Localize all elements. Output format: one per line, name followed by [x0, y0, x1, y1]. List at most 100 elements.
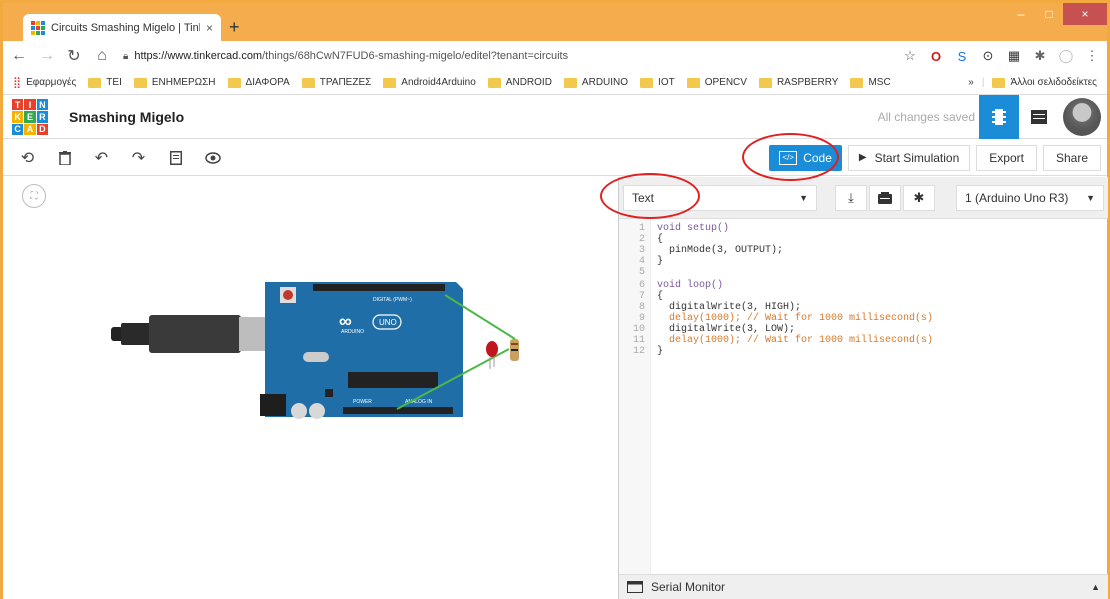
grid-extension-icon[interactable]: ▦ [1007, 48, 1021, 63]
tinkercad-logo[interactable]: T I N K E R C A D [12, 99, 48, 135]
led[interactable] [486, 341, 498, 357]
line-number: 3 [638, 245, 645, 256]
folder-icon [133, 77, 147, 88]
skype-icon[interactable]: S [955, 49, 969, 64]
more-bookmarks-button[interactable]: » [968, 77, 974, 88]
profile-icon[interactable]: ◯ [1059, 48, 1074, 63]
bookmark-folder[interactable]: ΔΙΑΦΟΡΑ [227, 77, 290, 88]
resistor-band [511, 343, 518, 345]
folder-icon [227, 77, 241, 88]
code-text: } [657, 256, 664, 267]
start-simulation-button[interactable]: ▶ Start Simulation [847, 144, 971, 171]
close-tab-icon[interactable]: × [206, 21, 213, 35]
new-tab-button[interactable]: + [229, 17, 240, 38]
expand-caret-icon[interactable]: ▲ [1091, 582, 1100, 592]
bookmark-folder[interactable]: IOT [640, 77, 675, 88]
usb-cable [121, 323, 151, 345]
library-button[interactable] [869, 185, 901, 211]
tab-title: Circuits Smashing Migelo | Tinke [51, 21, 200, 34]
code-mode-select[interactable]: Text ▼ [623, 185, 817, 211]
bookmark-folder[interactable]: RASPBERRY [758, 77, 838, 88]
code-toolbar: Text ▼ ⤓ ✱ 1 (Arduino Uno R3) ▼ [619, 177, 1108, 219]
forward-arrow-icon[interactable]: → [39, 47, 55, 65]
tab-bar: Circuits Smashing Migelo | Tinke × + – □… [3, 3, 1107, 41]
bookmark-folder[interactable]: ΤΡΑΠΕΖΕΣ [301, 77, 371, 88]
undo-icon[interactable]: ↶ [83, 140, 120, 176]
folder-icon [850, 77, 864, 88]
code-editor[interactable]: 1 void setup() 2 { 3 pinMode(3, OUTPUT); 4… [619, 219, 1108, 574]
dropdown-caret-icon: ▼ [1086, 193, 1095, 203]
code-mode-value: Text [632, 191, 655, 205]
avatar[interactable] [1063, 98, 1101, 136]
home-icon[interactable]: ⌂ [95, 47, 109, 65]
bookmark-folder[interactable]: Android4Arduino [383, 77, 476, 88]
maximize-button[interactable]: □ [1035, 3, 1063, 25]
serial-monitor-label: Serial Monitor [651, 580, 726, 594]
code-text: { [657, 291, 664, 302]
rotate-icon[interactable]: ⟲ [9, 140, 46, 176]
download-icon: ⤓ [848, 190, 854, 205]
folder-icon [640, 77, 654, 88]
code-text: void loop() [657, 280, 724, 291]
bookmark-folder[interactable]: OPENCV [686, 77, 747, 88]
board-select[interactable]: 1 (Arduino Uno R3) ▼ [956, 185, 1104, 211]
arduino-brand: ARDUINO [341, 329, 364, 335]
circuit-view-button[interactable] [979, 95, 1019, 139]
debugger-button[interactable]: ✱ [903, 185, 935, 211]
resistor-band [511, 349, 518, 351]
app-header: T I N K E R C A D Smashing Migelo All ch… [3, 95, 1107, 139]
bookmark-apps[interactable]: ⣿ Εφαρμογές [13, 76, 76, 89]
star-icon[interactable]: ☆ [903, 48, 917, 63]
code-button[interactable]: </> Code [769, 144, 842, 171]
bookmark-folder[interactable]: TEI [88, 77, 122, 88]
code-text: { [657, 234, 664, 245]
bookmark-folder[interactable]: ANDROID [487, 77, 552, 88]
board-select-value: 1 (Arduino Uno R3) [965, 191, 1069, 205]
circuit-drawing: DIGITAL (PWM~) POWER ANALOG IN ∞ ARDUINO… [111, 282, 519, 419]
library-icon [878, 192, 892, 204]
close-window-button[interactable]: × [1063, 3, 1107, 25]
serial-monitor-bar[interactable]: Serial Monitor ▲ [619, 574, 1108, 599]
tinkercad-favicon-icon [31, 20, 45, 35]
extension-icon[interactable]: ⊙ [981, 48, 995, 63]
redo-icon[interactable]: ↷ [120, 140, 157, 176]
reload-icon[interactable]: ↻ [67, 46, 81, 66]
other-bookmarks[interactable]: Άλλοι σελιδοδείκτες [992, 77, 1097, 88]
line-number: 10 [632, 324, 645, 335]
start-simulation-label: Start Simulation [874, 150, 960, 165]
opera-icon[interactable]: O [929, 49, 943, 64]
editor-toolbar: ⟲ ↶ ↷ </> Code ▶ Start Simulation Export… [3, 140, 1107, 176]
bug-icon: ✱ [913, 190, 925, 205]
logo-letter: A [24, 123, 36, 135]
minimize-button[interactable]: – [1007, 3, 1035, 25]
code-text: digitalWrite(3, HIGH); [657, 302, 802, 313]
bookmark-folder[interactable]: ΕΝΗΜΕΡΩΣΗ [133, 77, 216, 88]
puzzle-extension-icon[interactable]: ✱ [1033, 48, 1047, 63]
component-list-button[interactable] [1019, 95, 1059, 139]
browser-tab[interactable]: Circuits Smashing Migelo | Tinke × [23, 14, 221, 41]
logo-letter: R [36, 111, 48, 123]
notes-icon[interactable] [157, 140, 194, 176]
code-panel: Text ▼ ⤓ ✱ 1 (Arduino Uno R3) ▼ 1 void se… [618, 177, 1108, 599]
small-chip [325, 389, 333, 397]
delete-icon[interactable] [46, 140, 83, 176]
code-text: void setup() [657, 223, 730, 234]
bookmark-folder[interactable]: MSC [850, 77, 891, 88]
logo-letter: K [12, 111, 24, 123]
eye-icon[interactable] [194, 140, 231, 176]
bookmark-folder[interactable]: ARDUINO [563, 77, 628, 88]
project-title[interactable]: Smashing Migelo [69, 109, 184, 125]
logo-letter: N [36, 99, 48, 111]
circuit-canvas[interactable]: ⛶ DIGITAL (PWM~) POWER ANALOG IN ∞ ARDUI… [3, 177, 618, 599]
menu-icon[interactable]: ⋮ [1085, 48, 1099, 63]
back-arrow-icon[interactable]: ← [11, 47, 27, 65]
download-button[interactable]: ⤓ [835, 185, 867, 211]
url-field[interactable]: 🔒︎ https://www.tinkercad.com/things/68hC… [123, 50, 889, 62]
export-button[interactable]: Export [976, 144, 1037, 171]
save-status: All changes saved [877, 110, 975, 124]
list-icon [1031, 110, 1047, 124]
usb-plug[interactable] [149, 315, 241, 353]
lock-icon: 🔒︎ [123, 50, 129, 62]
code-text: digitalWrite(3, LOW); [657, 324, 796, 335]
share-button[interactable]: Share [1042, 144, 1101, 171]
